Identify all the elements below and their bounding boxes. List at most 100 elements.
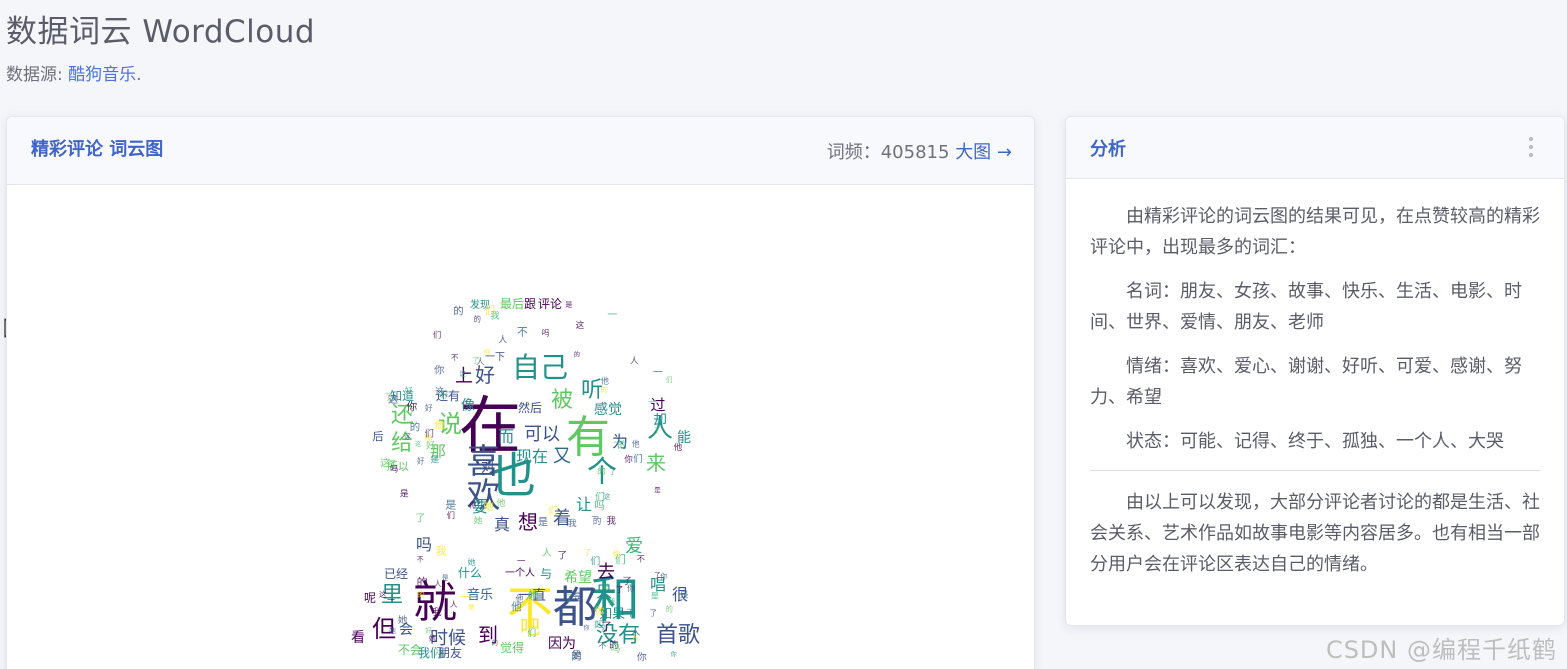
wordcloud-word: 你 <box>407 400 418 413</box>
wordcloud-word: 了 <box>384 392 393 403</box>
wordcloud-word: 想 <box>518 510 538 534</box>
wordcloud-word: 吗 <box>416 535 432 554</box>
more-options-icon[interactable] <box>1528 137 1534 157</box>
wordcloud-word: 我 <box>433 607 442 618</box>
wordcloud-word: 的 <box>417 590 424 599</box>
wordcloud-word: 你 <box>637 650 647 663</box>
analysis-states: 状态：可能、记得、终于、孤独、一个人、大哭 <box>1126 431 1504 452</box>
wordcloud-word: 这 <box>604 492 611 501</box>
wordcloud-word: 了 <box>601 620 612 633</box>
wordcloud-word: 你 <box>624 454 633 464</box>
wordcloud-word: 我 <box>608 597 616 606</box>
wordcloud-word: 一个人 <box>505 567 535 579</box>
wordcloud-word: 的 <box>597 466 605 476</box>
wordcloud-word: 你 <box>613 549 621 559</box>
wordcloud-word: 这 <box>380 457 390 470</box>
wordcloud-word: 们 <box>484 304 495 317</box>
wordcloud-word: 们 <box>433 330 441 340</box>
data-source-suffix: . <box>136 65 142 85</box>
data-source-line: 数据源: 酷狗音乐. <box>6 60 142 85</box>
wordcloud-word: 都 <box>553 582 597 633</box>
wordcloud-word: 她 <box>468 557 476 567</box>
wordcloud-word: 的 <box>474 314 481 323</box>
wordcloud-card-title: 精彩评论 词云图 <box>31 139 164 160</box>
wordcloud-word: 他 <box>434 419 444 432</box>
wordcloud-word: 的 <box>617 440 627 452</box>
data-source-link[interactable]: 酷狗音乐 <box>68 65 136 85</box>
wordcloud-word: 的 <box>410 421 420 434</box>
wordcloud-word: 他 <box>632 438 640 448</box>
word-frequency-label: 词频：405815 <box>826 142 950 163</box>
analysis-divider <box>1090 470 1540 471</box>
analysis-emotions: 情绪：喜欢、爱心、谢谢、好听、可爱、感谢、努力、希望 <box>1090 356 1522 408</box>
wordcloud-word: 是 <box>565 300 573 309</box>
wordcloud-word: 不 <box>626 608 635 619</box>
wordcloud-word: 他 <box>516 594 524 604</box>
wordcloud-word: 感觉 <box>594 401 622 418</box>
wordcloud-word: 这 <box>435 385 444 397</box>
wordcloud-word: 来 <box>646 451 666 475</box>
wordcloud-word: 了 <box>557 550 567 562</box>
wordcloud-word: 她 <box>528 589 538 602</box>
wordcloud-word: 我 <box>436 544 447 557</box>
wordcloud-word: 你 <box>583 624 589 632</box>
wordcloud-word: 是 <box>572 651 582 662</box>
wordcloud-word: 她 <box>398 614 407 626</box>
wordcloud-word: 了 <box>623 576 632 587</box>
wordcloud-word: 吗 <box>542 329 550 338</box>
wordcloud-word: 跟 <box>524 297 536 311</box>
wordcloud-word: 一 <box>591 513 599 522</box>
word-frequency: 词频：405815 大图 → <box>827 138 1012 164</box>
wordcloud-word: 已经 <box>384 567 408 581</box>
wordcloud-word: 她 <box>389 626 396 635</box>
wordcloud-word: 是 <box>431 454 440 465</box>
wordcloud-word: 们 <box>666 375 673 384</box>
wordcloud-word: 好 <box>425 626 432 635</box>
wordcloud-word: 什么 <box>458 566 482 580</box>
data-source-label: 数据源: <box>6 65 63 85</box>
wordcloud-word: 这 <box>460 369 467 378</box>
wordcloud-word: 不 <box>599 641 607 650</box>
wordcloud-word: 像 <box>461 398 475 414</box>
wordcloud-word: 他 <box>674 441 683 453</box>
wordcloud-word: 不会 <box>398 643 422 657</box>
wordcloud-word: 被 <box>551 388 573 413</box>
wordcloud-word: 希望 <box>564 570 592 586</box>
wordcloud-word: 首歌 <box>656 623 700 648</box>
wordcloud-word: 吗 <box>390 464 398 474</box>
wordcloud-word: 你 <box>594 604 604 617</box>
wordcloud-word: 是 <box>680 591 689 601</box>
wordcloud-word: 看 <box>351 630 365 646</box>
wordcloud-word: 不 <box>637 553 645 563</box>
wordcloud-word: 是 <box>573 591 584 603</box>
wordcloud-word: 我 <box>606 516 616 527</box>
page-title: 数据词云 WordCloud <box>6 14 316 50</box>
wordcloud-word: 是 <box>442 574 449 582</box>
wordcloud-word: 了 <box>654 427 660 435</box>
big-image-link[interactable]: 大图 → <box>955 142 1012 163</box>
wordcloud-word: 又 <box>553 446 571 467</box>
analysis-intro: 由精彩评论的词云图的结果可见，在点赞较高的精彩评论中，出现最多的词汇： <box>1090 206 1540 258</box>
wordcloud-word: 你 <box>434 364 444 377</box>
wordcloud-word: 对 <box>481 460 495 476</box>
wordcloud-word: 一 <box>653 367 663 378</box>
wordcloud-word: 不 <box>517 326 528 339</box>
wordcloud-word: 真 <box>494 515 510 534</box>
wordcloud-word: 我 <box>568 518 577 529</box>
wordcloud-word: 是 <box>654 486 661 494</box>
wordcloud-word: 现在 <box>516 447 548 466</box>
wordcloud-word: 的 <box>601 384 609 394</box>
analysis-nouns: 名词：朋友、女孩、故事、快乐、生活、电影、时间、世界、爱情、朋友、老师 <box>1090 281 1522 333</box>
wordcloud-word: 音乐 <box>467 587 493 603</box>
wordcloud-word: 一 <box>517 557 526 567</box>
wordcloud-word: 的 <box>453 305 463 318</box>
wordcloud-word: 的 <box>492 638 499 647</box>
wordcloud-word: 而 <box>498 427 514 446</box>
wordcloud-word: 人 <box>433 649 441 658</box>
wordcloud-word: 一 <box>387 595 395 604</box>
wordcloud-word: 了 <box>616 585 624 594</box>
wordcloud-word: 你 <box>469 501 476 510</box>
wordcloud-word: 是 <box>538 516 548 528</box>
wordcloud-word: 可以 <box>524 424 560 445</box>
wordcloud-word: 一 <box>460 592 471 604</box>
